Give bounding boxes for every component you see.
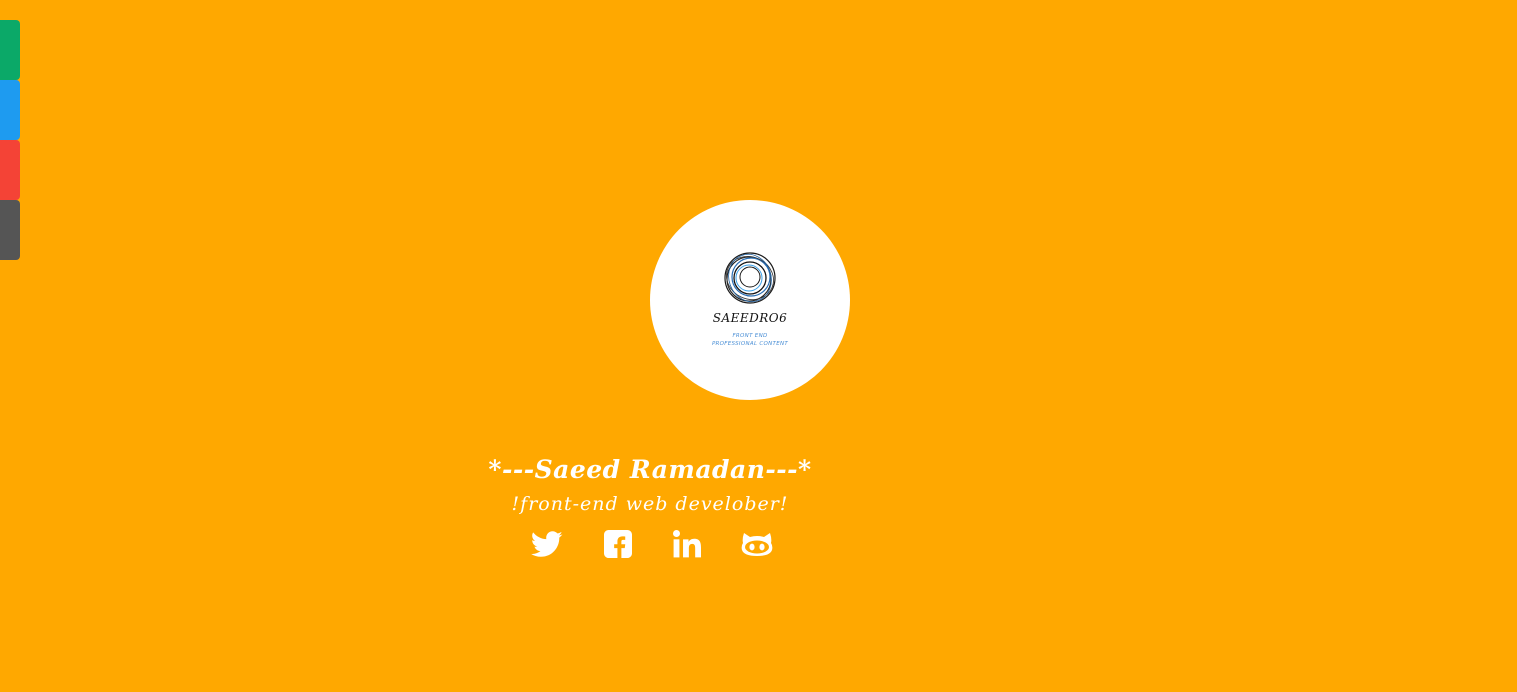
facebook-icon [604, 530, 632, 558]
linkedin-icon [673, 530, 701, 558]
facebook-link[interactable] [600, 526, 636, 562]
github-link[interactable] [739, 526, 775, 562]
side-tab-blue[interactable] [0, 80, 20, 140]
side-tab-red[interactable] [0, 140, 20, 200]
linkedin-link[interactable] [669, 526, 705, 562]
profile-logo: SAEEDRO6 FRONT END PROFESSIONAL CONTENT [650, 200, 850, 400]
side-tabs [0, 20, 20, 260]
side-tab-gray[interactable] [0, 200, 20, 260]
side-tab-green[interactable] [0, 20, 20, 80]
github-icon [741, 533, 773, 556]
logo-subtitle-line2: PROFESSIONAL CONTENT [711, 341, 789, 347]
twitter-icon [531, 530, 563, 557]
logo-subtitle-line1: FRONT END [732, 333, 768, 339]
profile-role: !front-end web develober! [511, 493, 789, 515]
twitter-link[interactable] [529, 526, 565, 562]
logo-rings-icon [724, 252, 776, 304]
logo-title: SAEEDRO6 [712, 311, 788, 325]
profile-name: *---Saeed Ramadan---* [488, 455, 812, 484]
